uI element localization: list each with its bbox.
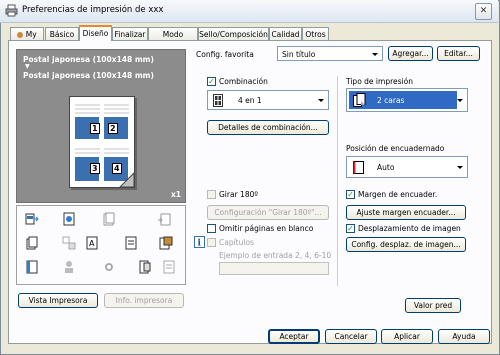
window-title: Preferencias de impresión de xxx: [22, 5, 164, 15]
tab-label: Básico: [49, 30, 75, 39]
preview-page: 1 2 3 4: [69, 96, 135, 188]
svg-text:i: i: [198, 239, 202, 249]
svg-text:A: A: [89, 239, 95, 248]
combination-value: 4 en 1: [238, 96, 262, 105]
close-button[interactable]: ✕: [475, 3, 492, 20]
image-shift-feature-icon[interactable]: [159, 236, 173, 250]
booklet-feature-icon[interactable]: [102, 212, 116, 226]
rotate-config-button[interactable]: Configuración "Girar 180º"...: [207, 205, 329, 220]
four-in-one-icon: [213, 94, 223, 107]
favorites-label: Config. favorita: [196, 50, 254, 59]
binding-margin-checkbox[interactable]: ✓: [346, 190, 355, 199]
skip-blank-checkbox[interactable]: [207, 224, 216, 233]
tab-modo-portada[interactable]: Modo portada: [148, 27, 198, 52]
page-number-3: 3: [90, 163, 100, 174]
tab-sello-composicion[interactable]: Sello/Composición: [198, 27, 269, 40]
combination-select[interactable]: 4 en 1: [207, 90, 329, 110]
settings-feature-icon[interactable]: [102, 260, 116, 274]
default-values-button[interactable]: Valor pred: [405, 298, 461, 313]
preview-arrow-icon: ▼: [25, 63, 30, 70]
combination-feature-icon[interactable]: [25, 212, 39, 226]
tab-label: Calidad: [271, 30, 300, 39]
favorites-select[interactable]: Sin título: [277, 46, 383, 61]
user-feature-icon[interactable]: [62, 260, 76, 274]
text-feature-icon[interactable]: A: [85, 236, 99, 250]
cancel-button[interactable]: Cancelar: [325, 329, 377, 344]
chapters-hint: Ejemplo de entrada 2, 4, 6-10: [219, 251, 332, 260]
help-button[interactable]: Ayuda: [438, 329, 490, 344]
ok-button[interactable]: Aceptar: [268, 329, 320, 344]
tab-my-tab[interactable]: My Tab: [10, 27, 44, 52]
chevron-down-icon: [372, 53, 378, 56]
binding-margin-button[interactable]: Ajuste margen encuader...: [346, 205, 466, 220]
binding-position-select[interactable]: Auto: [346, 156, 468, 178]
binding-margin-label: Margen de encuader.: [358, 190, 438, 199]
tab-otros[interactable]: Otros: [302, 27, 329, 40]
document-feature-icon[interactable]: [162, 260, 176, 274]
print-type-label: Tipo de impresión: [346, 77, 413, 86]
edit-favorite-button[interactable]: Editar...: [437, 46, 480, 61]
rotate-feature-icon[interactable]: [157, 212, 171, 226]
binding-position-value: Auto: [377, 163, 395, 172]
tab-label: Diseño: [82, 29, 109, 38]
chevron-down-icon: [457, 99, 463, 102]
tab-calidad[interactable]: Calidad: [269, 27, 302, 40]
chapters-input[interactable]: [219, 262, 329, 275]
chevron-down-icon: [457, 166, 463, 169]
page-number-4: 4: [112, 163, 122, 174]
binding-feature-icon[interactable]: [25, 260, 39, 274]
tab-label: Finalizar: [114, 30, 146, 39]
preview-pane: Postal japonesa (100x148 mm) ▼ Postal ja…: [16, 49, 186, 203]
user-icon: [17, 32, 24, 38]
duplex-icon: [353, 93, 366, 107]
favorites-value: Sin título: [282, 50, 316, 59]
tab-basico[interactable]: Básico: [45, 27, 79, 40]
preview-copies: x1: [170, 190, 181, 199]
skip-blank-label: Omitir páginas en blanco: [219, 224, 314, 233]
chapters-checkbox[interactable]: [207, 238, 216, 247]
print-type-select[interactable]: 2 caras: [346, 88, 468, 112]
feature-icons-panel: A: [16, 205, 186, 285]
binding-position-label: Posición de encuadernado: [346, 144, 445, 153]
image-shift-checkbox[interactable]: ✓: [346, 224, 355, 233]
column-divider: [337, 76, 338, 286]
apply-button[interactable]: Aplicar: [381, 329, 433, 344]
rotate-checkbox[interactable]: [207, 190, 216, 199]
preview-layout-graphic: [75, 104, 134, 187]
page-number-1: 1: [90, 123, 100, 134]
image-shift-button[interactable]: Config. desplaz. de imagen...: [346, 237, 466, 252]
preview-paper-original: Postal japonesa (100x148 mm): [23, 55, 154, 64]
chapters-label: Capítulos: [219, 238, 254, 247]
chevron-down-icon: [318, 99, 324, 102]
rotate-label: Girar 180º: [219, 190, 258, 199]
print-type-value: 2 caras: [377, 96, 405, 105]
binding-page-icon: [353, 161, 364, 174]
image-shift-label: Desplazamiento de imagen: [358, 224, 461, 233]
tab-diseno[interactable]: Diseño: [79, 25, 112, 41]
printer-info-button[interactable]: Info. impresora: [104, 293, 184, 308]
title-bar: Preferencias de impresión de xxx ✕: [0, 0, 498, 23]
multi-page-feature-icon[interactable]: [62, 236, 76, 250]
page-number-2: 2: [108, 123, 118, 134]
add-favorite-button[interactable]: Agregar...: [388, 46, 433, 61]
combination-label: Combinación: [219, 77, 268, 86]
tab-finalizar[interactable]: Finalizar: [112, 27, 148, 40]
printer-icon: [5, 4, 18, 17]
print-type-feature-icon[interactable]: [25, 236, 39, 250]
combination-checkbox[interactable]: ✓: [207, 77, 216, 86]
combination-details-button[interactable]: Detalles de combinación...: [207, 120, 329, 135]
tab-label: Otros: [305, 30, 326, 39]
printer-view-button[interactable]: Vista Impresora: [18, 293, 98, 308]
preview-paper-output: Postal japonesa (100x148 mm): [23, 71, 154, 80]
poster-feature-icon[interactable]: [62, 212, 76, 226]
info-icon: i: [194, 236, 205, 248]
page-layout-feature-icon[interactable]: [124, 236, 138, 250]
chapter-feature-icon[interactable]: [138, 260, 152, 274]
tab-label: Sello/Composición: [199, 30, 268, 39]
